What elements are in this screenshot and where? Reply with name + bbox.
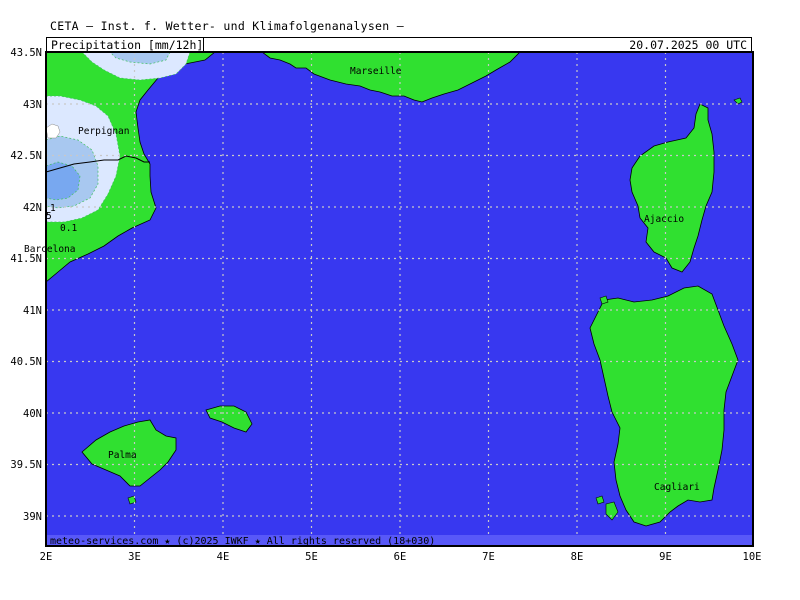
lon-label: 8E <box>571 551 584 563</box>
lon-label: 4E <box>217 551 230 563</box>
lon-label: 10E <box>743 551 762 563</box>
lat-label: 39N <box>23 511 42 523</box>
lat-label: 43N <box>23 99 42 111</box>
lat-label: 41.5N <box>10 253 42 265</box>
lat-label: 42N <box>23 202 42 214</box>
lon-label: 5E <box>305 551 318 563</box>
lon-label: 9E <box>659 551 672 563</box>
lat-label: 40N <box>23 408 42 420</box>
contour-label: 5 <box>46 211 52 222</box>
city-label-perpignan: Perpignan <box>78 126 129 137</box>
lat-label: 39.5N <box>10 459 42 471</box>
lat-label: 43.5N <box>10 47 42 59</box>
city-label-ajaccio: Ajaccio <box>644 214 684 225</box>
lon-label: 3E <box>128 551 141 563</box>
longitude-axis: 2E 3E 4E 5E 6E 7E 8E 9E 10E <box>40 551 762 563</box>
precipitation-map: meteo-services.com ★ (c)2025 IWKF ★ All … <box>10 47 762 563</box>
city-label-cagliari: Cagliari <box>654 482 700 493</box>
lon-label: 2E <box>40 551 53 563</box>
lat-label: 41N <box>23 305 42 317</box>
lon-label: 6E <box>394 551 407 563</box>
lat-label: 42.5N <box>10 150 42 162</box>
latitude-axis: 43.5N 43N 42.5N 42N 41.5N 41N 40.5N 40N … <box>10 47 42 523</box>
lat-label: 40.5N <box>10 356 42 368</box>
city-label-marseille: Marseille <box>350 66 402 77</box>
city-label-palma: Palma <box>108 450 137 461</box>
lon-label: 7E <box>482 551 495 563</box>
contour-label: 0.1 <box>60 223 77 234</box>
